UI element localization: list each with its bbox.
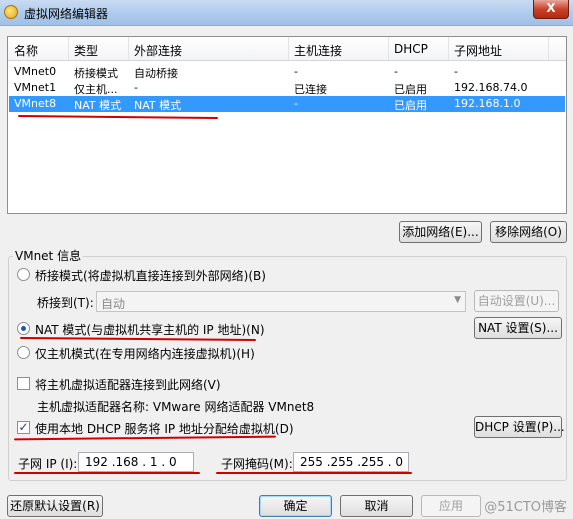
title-bar: 虚拟网络编辑器 X — [0, 0, 573, 26]
subnet-ip-label: 子网 IP (I): — [18, 457, 78, 471]
restore-defaults-button[interactable]: 还原默认设置(R) — [7, 495, 103, 517]
bridged-to-label: 桥接到(T): — [37, 296, 94, 310]
nat-mode-radio[interactable] — [17, 322, 30, 335]
cell-external: 自动桥接 — [134, 67, 178, 80]
ok-button[interactable]: 确定 — [259, 495, 332, 517]
subnet-ip-input[interactable]: 192 .168 . 1 . 0 — [78, 452, 194, 472]
column-header-dhcp[interactable]: DHCP — [394, 42, 428, 56]
cell-type: NAT 模式 — [74, 99, 122, 112]
window-title: 虚拟网络编辑器 — [24, 7, 109, 21]
column-divider[interactable] — [68, 37, 69, 60]
cell-name: VMnet0 — [14, 65, 57, 78]
cell-host: - — [294, 65, 298, 78]
apply-button[interactable]: 应用 — [421, 495, 481, 517]
auto-settings-button[interactable]: 自动设置(U)... — [474, 290, 559, 312]
watermark: @51CTO博客 — [484, 500, 567, 515]
dhcp-settings-button[interactable]: DHCP 设置(P)... — [474, 416, 565, 438]
add-network-button[interactable]: 添加网络(E)... — [399, 221, 482, 243]
cell-subnet: 192.168.74.0 — [454, 81, 528, 94]
nat-settings-button[interactable]: NAT 设置(S)... — [474, 317, 562, 339]
cell-dhcp: - — [394, 65, 398, 78]
chevron-down-icon: ▼ — [454, 295, 461, 305]
subnet-mask-label: 子网掩码(M): — [221, 457, 293, 471]
bridged-to-value: 自动 — [101, 297, 126, 311]
connect-adapter-label[interactable]: 将主机虚拟适配器连接到此网络(V) — [35, 376, 221, 393]
remove-network-button[interactable]: 移除网络(O) — [490, 221, 567, 243]
column-divider[interactable] — [388, 37, 389, 60]
cell-external: - — [134, 81, 138, 94]
cell-external: NAT 模式 — [134, 99, 182, 112]
use-dhcp-label[interactable]: 使用本地 DHCP 服务将 IP 地址分配给虚拟机(D) — [35, 420, 294, 437]
cell-subnet: - — [454, 65, 458, 78]
cell-name: VMnet8 — [14, 97, 57, 110]
adapter-name-label: 主机虚拟适配器名称: VMware 网络适配器 VMnet8 — [37, 400, 315, 414]
cell-name: VMnet1 — [14, 81, 57, 94]
cancel-button[interactable]: 取消 — [340, 495, 413, 517]
cell-host: 已连接 — [294, 83, 327, 96]
network-list[interactable]: 名称 类型 外部连接 主机连接 DHCP 子网地址 VMnet0 桥接模式 自动… — [7, 36, 567, 214]
table-row[interactable]: VMnet1 仅主机... - 已连接 已启用 192.168.74.0 — [9, 80, 565, 96]
host-only-label[interactable]: 仅主机模式(在专用网络内连接虚拟机)(H) — [35, 345, 255, 362]
connect-adapter-checkbox[interactable] — [17, 377, 30, 390]
close-button[interactable]: X — [533, 0, 569, 19]
nat-mode-label[interactable]: NAT 模式(与虚拟机共享主机的 IP 地址)(N) — [35, 321, 265, 338]
bridged-mode-radio[interactable] — [17, 268, 30, 281]
subnet-mask-input[interactable]: 255 .255 .255 . 0 — [293, 452, 409, 472]
annotation-underline — [14, 472, 200, 474]
column-divider[interactable] — [288, 37, 289, 60]
column-header-host[interactable]: 主机连接 — [294, 42, 342, 59]
bridged-to-select[interactable]: 自动 ▼ — [96, 291, 466, 312]
cell-subnet: 192.168.1.0 — [454, 97, 521, 110]
cell-type: 桥接模式 — [74, 67, 118, 80]
column-divider[interactable] — [548, 37, 549, 60]
column-header-type[interactable]: 类型 — [74, 42, 98, 59]
column-header-external[interactable]: 外部连接 — [134, 42, 182, 59]
cell-dhcp: 已启用 — [394, 99, 427, 112]
app-icon — [4, 5, 18, 19]
column-header-subnet[interactable]: 子网地址 — [454, 42, 502, 59]
column-divider[interactable] — [128, 37, 129, 60]
cell-host: - — [294, 97, 298, 110]
group-title: VMnet 信息 — [13, 247, 84, 264]
cell-dhcp: 已启用 — [394, 83, 427, 96]
table-row[interactable]: VMnet0 桥接模式 自动桥接 - - - — [9, 64, 565, 80]
column-header-name[interactable]: 名称 — [14, 42, 38, 59]
bridged-mode-label[interactable]: 桥接模式(将虚拟机直接连接到外部网络)(B) — [35, 267, 266, 284]
use-dhcp-checkbox[interactable]: ✓ — [17, 421, 30, 434]
table-header: 名称 类型 外部连接 主机连接 DHCP 子网地址 — [8, 37, 566, 61]
host-only-radio[interactable] — [17, 346, 30, 359]
column-divider[interactable] — [448, 37, 449, 60]
table-row-selected[interactable]: VMnet8 NAT 模式 NAT 模式 - 已启用 192.168.1.0 — [9, 96, 565, 112]
annotation-underline — [216, 472, 412, 474]
cell-type: 仅主机... — [74, 83, 118, 96]
